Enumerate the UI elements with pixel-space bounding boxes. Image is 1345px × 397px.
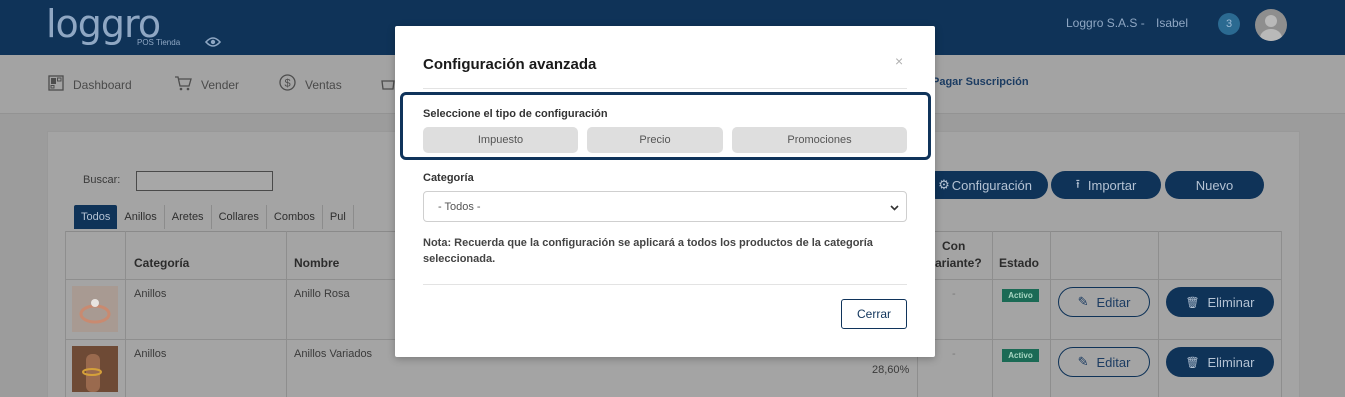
- gear-icon: ⚙: [938, 177, 950, 192]
- divider: [423, 284, 907, 285]
- modal-title: Configuración avanzada: [423, 56, 597, 73]
- nav-label-ventas: Ventas: [305, 77, 342, 92]
- company-name: Loggro S.A.S -: [1066, 16, 1145, 30]
- upload-icon: ⭱: [1075, 176, 1080, 191]
- nav-item-ventas[interactable]: $ Ventas: [279, 55, 342, 114]
- importar-button[interactable]: ⭱ Importar: [1051, 171, 1161, 199]
- tab-anillos[interactable]: Anillos: [117, 205, 165, 229]
- edit-label: Editar: [1096, 354, 1131, 370]
- column-header-estado[interactable]: Estado: [999, 256, 1039, 270]
- tab-todos[interactable]: Todos: [74, 205, 118, 229]
- delete-button[interactable]: 🗑 Eliminar: [1166, 287, 1274, 317]
- eye-icon[interactable]: [205, 37, 221, 47]
- impuesto-button[interactable]: Impuesto: [423, 127, 578, 153]
- cell-categoria: Anillos: [134, 288, 167, 300]
- cell-extra: 28,60%: [872, 364, 910, 376]
- chevron-down-icon: [890, 205, 899, 211]
- column-header-con-variante-2: ariante?: [935, 256, 982, 270]
- cart-icon: [174, 75, 192, 95]
- nav-item-vender[interactable]: Vender: [174, 55, 239, 114]
- divider: [423, 88, 907, 89]
- configuracion-label: Configuración: [951, 177, 1032, 193]
- advanced-config-modal: Configuración avanzada × Seleccione el t…: [395, 26, 935, 357]
- importar-label: Importar: [1087, 177, 1137, 193]
- cerrar-button[interactable]: Cerrar: [841, 299, 907, 329]
- nav-item-dashboard[interactable]: Dashboard: [48, 55, 132, 114]
- delete-label: Eliminar: [1207, 294, 1255, 310]
- trash-icon: 🗑: [1185, 356, 1200, 369]
- cell-categoria: Anillos: [134, 348, 167, 360]
- column-header-con-variante[interactable]: Con: [942, 239, 965, 253]
- category-tabs: Todos Anillos Aretes Collares Combos Pul: [74, 205, 354, 231]
- status-badge: Activo: [1002, 289, 1039, 302]
- cell-nombre: Anillo Rosa: [294, 288, 350, 300]
- edit-label: Editar: [1096, 294, 1131, 310]
- table-divider: [1158, 231, 1159, 397]
- precio-button[interactable]: Precio: [587, 127, 723, 153]
- table-divider: [1050, 231, 1051, 397]
- product-image: [72, 286, 118, 332]
- delete-label: Eliminar: [1207, 354, 1255, 370]
- user-name[interactable]: Isabel: [1156, 16, 1188, 30]
- config-type-label: Seleccione el tipo de configuración: [423, 108, 608, 120]
- cell-variante: -: [952, 288, 956, 300]
- avatar[interactable]: [1255, 9, 1287, 41]
- product-image: [72, 346, 118, 392]
- table-divider: [125, 231, 126, 397]
- nav-label-vender: Vender: [201, 77, 240, 92]
- nuevo-label: Nuevo: [1195, 177, 1234, 193]
- search-label: Buscar:: [83, 174, 121, 186]
- close-icon[interactable]: ×: [895, 53, 903, 69]
- column-header-categoria[interactable]: Categoría: [134, 256, 189, 270]
- dollar-icon: $: [279, 74, 296, 95]
- status-badge: Activo: [1002, 349, 1039, 362]
- tab-collares[interactable]: Collares: [212, 205, 267, 229]
- promociones-button[interactable]: Promociones: [732, 127, 907, 153]
- logo-subtitle: POS Tienda: [137, 38, 181, 47]
- edit-button[interactable]: ✎ Editar: [1058, 347, 1150, 377]
- note-text: Nota: Recuerda que la configuración se a…: [423, 237, 873, 265]
- category-label: Categoría: [423, 172, 474, 184]
- tab-combos[interactable]: Combos: [267, 205, 323, 229]
- tab-pul[interactable]: Pul: [323, 205, 354, 229]
- dashboard-icon: [48, 74, 64, 95]
- notification-badge[interactable]: 3: [1218, 13, 1240, 35]
- nav-item-pagar-suscripcion[interactable]: Pagar Suscripción: [932, 76, 1029, 88]
- table-divider: [286, 231, 287, 397]
- trash-icon: 🗑: [1185, 296, 1200, 309]
- svg-text:$: $: [284, 78, 290, 90]
- nuevo-button[interactable]: Nuevo: [1165, 171, 1264, 199]
- search-input[interactable]: [136, 171, 273, 191]
- configuracion-button[interactable]: ⚙ Configuración: [922, 171, 1048, 199]
- delete-button[interactable]: 🗑 Eliminar: [1166, 347, 1274, 377]
- pencil-icon: ✎: [1077, 354, 1089, 369]
- table-divider: [992, 231, 993, 397]
- basket-icon: [381, 75, 395, 95]
- cell-variante: -: [952, 348, 956, 360]
- edit-button[interactable]: ✎ Editar: [1058, 287, 1150, 317]
- category-select[interactable]: - Todos -: [423, 191, 907, 222]
- column-header-nombre[interactable]: Nombre: [294, 256, 339, 270]
- category-select-value: - Todos -: [438, 200, 481, 213]
- table-divider: [65, 231, 66, 397]
- pencil-icon: ✎: [1077, 294, 1089, 309]
- table-divider: [1281, 231, 1282, 397]
- cell-nombre: Anillos Variados: [294, 348, 373, 360]
- tab-aretes[interactable]: Aretes: [165, 205, 212, 229]
- nav-label-dashboard: Dashboard: [73, 77, 132, 92]
